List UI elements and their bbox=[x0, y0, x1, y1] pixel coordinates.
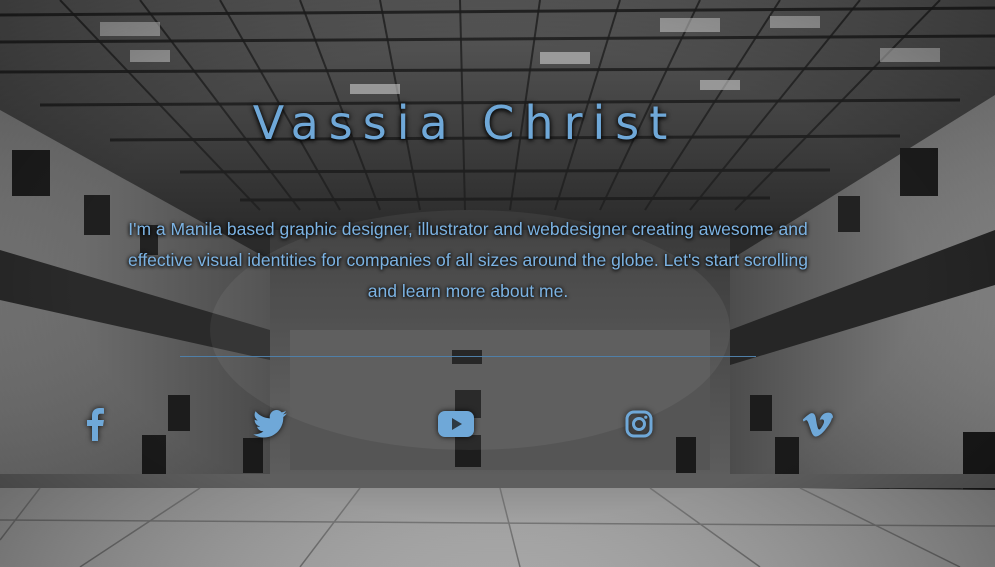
facebook-icon bbox=[87, 408, 104, 441]
divider bbox=[180, 356, 756, 357]
hero-section: Vassia Christ I'm a Manila based graphic… bbox=[0, 0, 995, 567]
intro-text: I'm a Manila based graphic designer, ill… bbox=[127, 219, 809, 301]
twitter-link[interactable] bbox=[250, 404, 290, 444]
vimeo-link[interactable] bbox=[798, 404, 838, 444]
twitter-icon bbox=[253, 410, 287, 438]
instagram-icon bbox=[625, 410, 653, 438]
youtube-link[interactable] bbox=[436, 404, 476, 444]
vimeo-icon bbox=[803, 412, 833, 437]
page-title: Vassia Christ bbox=[252, 96, 678, 150]
instagram-link[interactable] bbox=[619, 404, 659, 444]
youtube-icon bbox=[438, 411, 474, 437]
facebook-link[interactable] bbox=[75, 404, 115, 444]
